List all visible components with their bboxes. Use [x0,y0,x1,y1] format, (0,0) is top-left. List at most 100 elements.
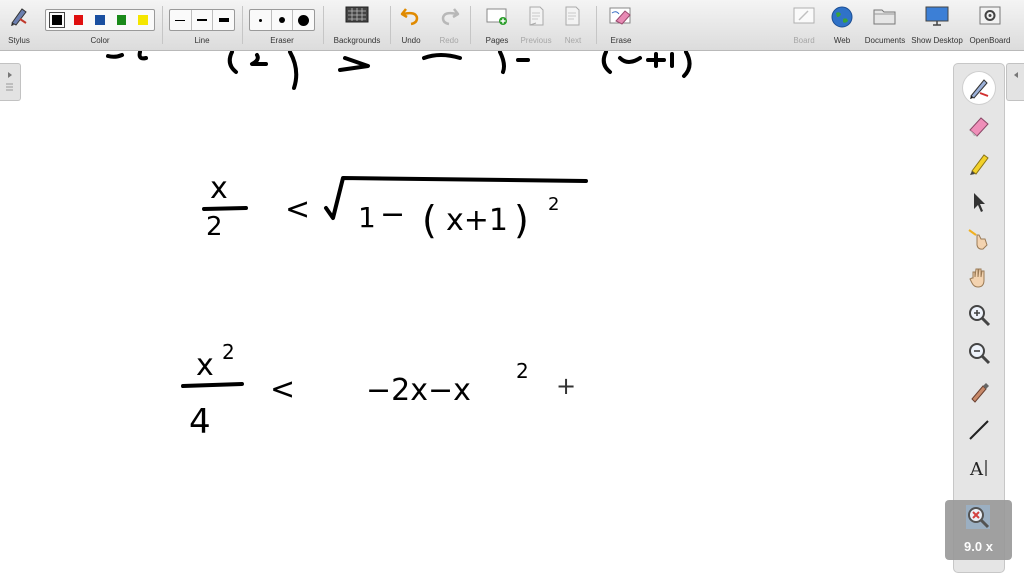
eq2-denominator: 4 [189,402,211,442]
eraser-small-button[interactable] [250,10,271,30]
laser-pointer-tool-button[interactable] [963,224,995,256]
svg-text:A: A [969,459,984,480]
pointer-icon [974,193,985,212]
eraser-label: Eraser [270,36,294,45]
zoom-in-tool-button[interactable] [963,300,995,332]
settings-icon [979,6,1001,25]
openboard-button[interactable]: OpenBoard [966,2,1014,48]
selector-tool-button[interactable] [963,186,995,218]
eraser-group: Eraser [248,2,316,48]
show-desktop-button[interactable]: Show Desktop [910,2,964,48]
toolbar-separator [470,6,471,44]
eraser-large-button[interactable] [292,10,314,30]
redo-label: Redo [439,36,459,45]
eq2-fraction-bar [181,382,244,388]
line-thick-button[interactable] [212,10,234,30]
toolbar-separator [242,6,243,44]
toolbar-separator [390,6,391,44]
backgrounds-label: Backgrounds [333,36,381,45]
documents-button[interactable]: Documents [862,2,908,48]
next-page-icon [565,6,580,26]
eraser-tool-button[interactable] [963,110,995,142]
hand-icon [969,268,985,288]
next-button[interactable]: Next [558,2,588,48]
toolbar-separator [162,6,163,44]
previous-label: Previous [520,36,552,45]
board-icon [793,7,815,24]
magnifier-icon [966,505,990,529]
line-width-selector [169,9,235,31]
zoom-indicator: 9.0 x [945,500,1012,560]
line-tool-button[interactable] [963,414,995,446]
show-desktop-label: Show Desktop [911,36,963,45]
color-swatch[interactable] [116,15,127,25]
eq1-exponent: 2 [548,194,559,215]
undo-icon [400,8,419,26]
line-thin-button[interactable] [170,10,191,30]
eq1-fraction-bar [202,206,248,211]
globe-icon [831,6,853,28]
eq1-radicand-one: 1 [358,201,376,234]
backgrounds-button[interactable]: Backgrounds [330,2,384,48]
add-page-icon [486,8,507,25]
highlighter-icon [970,154,989,175]
erase-label: Erase [610,36,632,45]
laser-pointer-icon [968,229,988,250]
eraser-size-selector [249,9,315,31]
undo-label: Undo [401,36,421,45]
eq1-paren-open: ( [422,198,437,242]
toolbar-separator [596,6,597,44]
stylus-button[interactable]: Stylus [2,2,36,48]
eq2-numerator: x [196,348,214,383]
previous-page-icon [529,6,544,26]
eq1-numerator: x [210,171,228,206]
text-icon: A [969,459,987,480]
equation-line-2: x 2 4 < −2x−x 2 + [181,340,576,442]
pages-button[interactable]: Pages [480,2,514,48]
right-panel-toggle[interactable] [1006,63,1024,101]
eraser-icon [969,117,989,137]
board-button[interactable]: Board [788,2,820,48]
whiteboard-canvas[interactable]: x 2 < 1 − ( x+1 ) 2 x 2 4 < −2x−x 2 + [0,51,950,576]
board-label: Board [793,36,815,45]
eq1-paren-close: ) [514,198,529,242]
web-button[interactable]: Web [826,2,858,48]
eraser-medium-button[interactable] [270,10,293,30]
equation-line-1: x 2 < 1 − ( x+1 ) 2 [202,171,588,242]
color-swatch[interactable] [73,15,84,25]
tool-palette: A [953,63,1005,573]
desktop-icon [925,6,949,26]
text-tool-button[interactable]: A [963,452,995,484]
eq1-minus: − [380,197,405,232]
zoom-in-icon [969,305,991,327]
hand-tool-button[interactable] [963,262,995,294]
eq1-x-plus-one: x+1 [446,203,508,238]
highlighter-tool-button[interactable] [963,148,995,180]
toolbar: Stylus Color Line Eraser Backgrounds Und… [0,0,1024,51]
erase-icon [609,7,631,25]
zoom-out-tool-button[interactable] [963,338,995,370]
capture-tool-button[interactable] [963,376,995,408]
next-label: Next [564,36,582,45]
capture-icon [971,383,989,403]
folder-icon [873,9,896,25]
web-label: Web [833,36,851,45]
color-swatch[interactable] [95,15,105,25]
color-swatch[interactable] [49,12,65,28]
pages-label: Pages [485,36,509,45]
redo-button[interactable]: Redo [434,2,464,48]
zoom-level-text: 9.0 x [964,539,993,554]
line-group: Line [168,2,236,48]
color-group: Color [44,2,156,48]
color-swatch[interactable] [138,15,148,25]
collapse-arrow-icon [1014,72,1018,78]
previous-button[interactable]: Previous [518,2,554,48]
line-medium-button[interactable] [190,10,213,30]
erase-button[interactable]: Erase [604,2,638,48]
eq2-rhs-exponent: 2 [516,359,529,383]
color-palette [45,9,155,31]
handwriting-partial-top [106,51,692,90]
pen-tool-button[interactable] [963,72,995,104]
documents-label: Documents [864,36,906,45]
undo-button[interactable]: Undo [396,2,426,48]
